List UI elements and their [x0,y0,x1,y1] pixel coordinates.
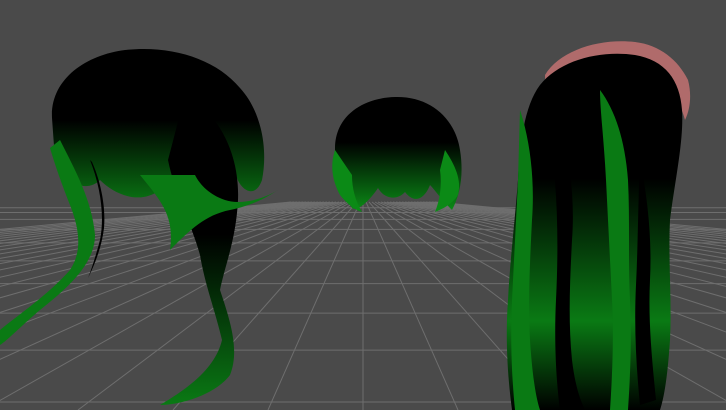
viewport-canvas[interactable] [0,0,726,410]
hair-model-right[interactable] [506,41,691,410]
hair-model-center[interactable] [332,96,462,212]
3d-viewport[interactable] [0,0,726,410]
hair-right-main-mass [506,53,683,410]
